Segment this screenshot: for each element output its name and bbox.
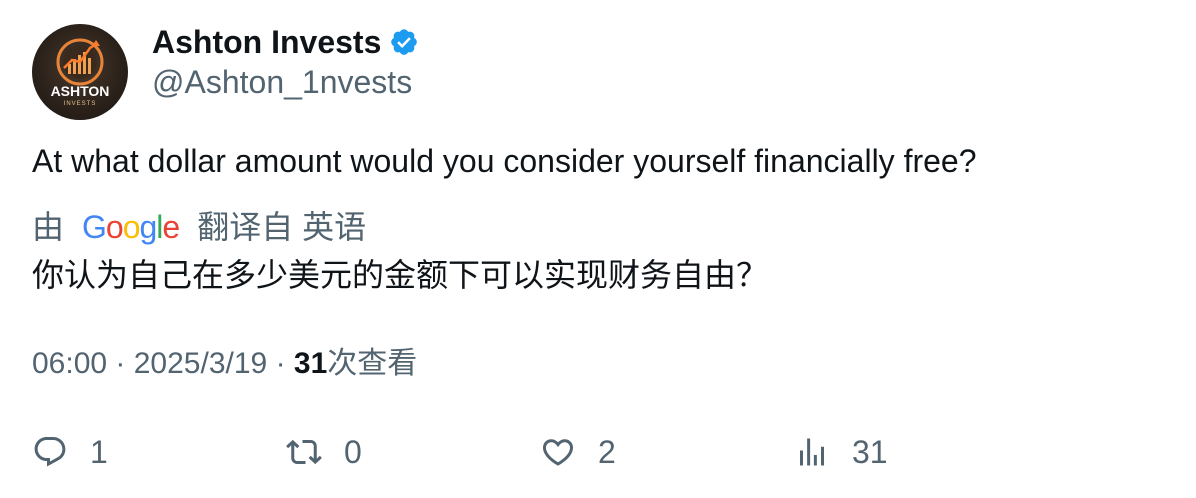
tweet-meta: 06:00 · 2025/3/19 · 31次查看	[32, 344, 417, 384]
retweet-button[interactable]: 0	[286, 430, 362, 474]
heart-icon	[542, 439, 574, 466]
meta-separator-2: ·	[275, 347, 294, 380]
retweet-count: 0	[344, 433, 362, 470]
tweet-time[interactable]: 06:00	[32, 347, 107, 380]
reply-icon	[34, 437, 66, 467]
avatar[interactable]: ASHTON INVESTS	[32, 24, 128, 120]
translated-tweet-text: 你认为自己在多少美元的金额下可以实现财务自由？	[32, 257, 769, 293]
like-count: 2	[598, 433, 616, 470]
like-button[interactable]: 2	[540, 430, 616, 474]
translation-attribution[interactable]: 由 Google 翻译自 英语	[32, 207, 366, 247]
author-handle[interactable]: @Ashton_1nvests	[152, 62, 412, 102]
google-logo-icon: Google	[82, 209, 180, 245]
tweet-text: At what dollar amount would you consider…	[32, 143, 977, 179]
avatar-logo-subtext: INVESTS	[64, 101, 97, 107]
reply-button[interactable]: 1	[32, 430, 108, 474]
analytics-icon	[800, 438, 824, 466]
views-action-count: 31	[852, 433, 888, 470]
translation-prefix: 由	[32, 209, 65, 245]
views-button[interactable]: 31	[794, 430, 888, 474]
avatar-logo-text: ASHTON	[51, 83, 110, 99]
author-display-name[interactable]: Ashton Invests	[152, 22, 419, 62]
reply-count: 1	[90, 433, 108, 470]
author-name-text[interactable]: Ashton Invests	[152, 22, 381, 62]
views-count: 31	[293, 347, 328, 380]
views-label: 次查看	[327, 347, 418, 380]
tweet-date[interactable]: 2025/3/19	[134, 347, 267, 380]
ashton-invests-logo: ASHTON INVESTS	[51, 38, 110, 107]
translation-suffix: 翻译自 英语	[197, 209, 367, 245]
verified-badge-icon	[391, 29, 418, 55]
meta-separator: ·	[115, 347, 134, 380]
action-bar: 1 0 2 31	[32, 430, 1162, 474]
retweet-icon	[286, 439, 322, 465]
